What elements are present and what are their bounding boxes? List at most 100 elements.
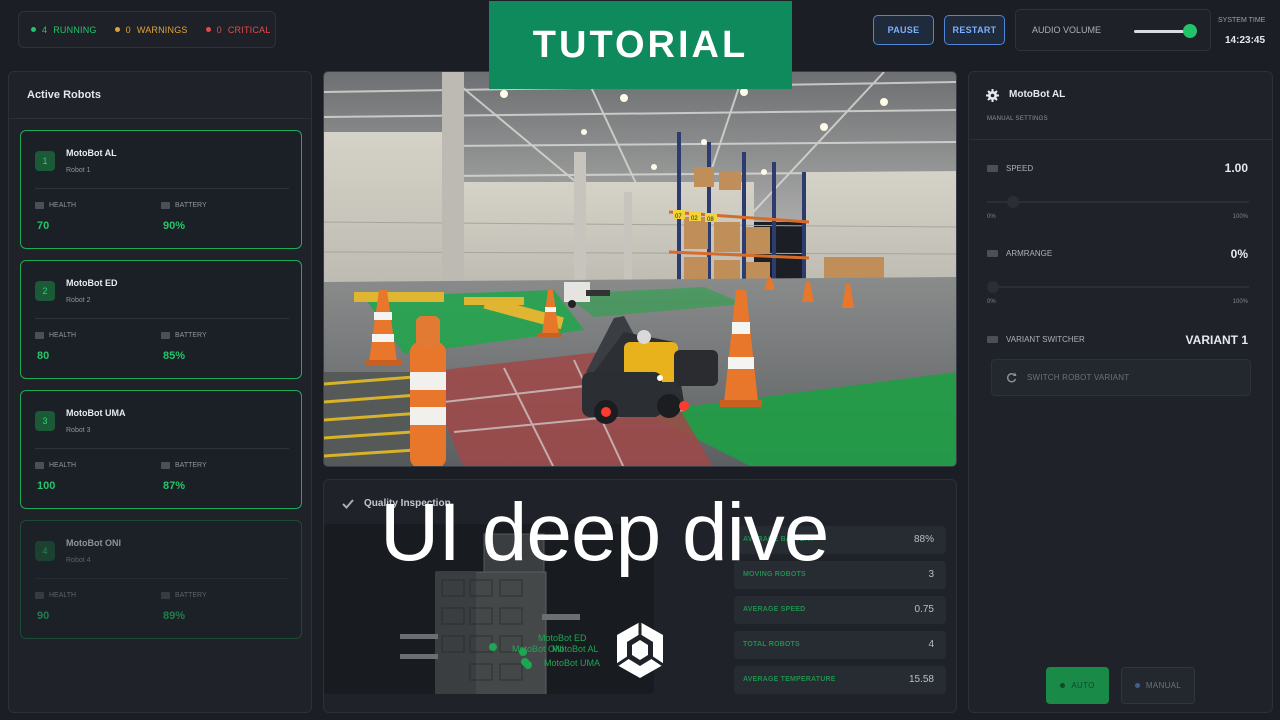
camera-viewport[interactable]: 07 02 08 [323, 71, 957, 467]
health-value: 100 [37, 480, 56, 492]
health-stat: HEALTH [35, 202, 76, 209]
health-label: HEALTH [49, 462, 77, 469]
rack-label: 02 [691, 216, 698, 222]
robot-number-badge: 3 [35, 411, 55, 431]
metric-average-speed: AVERAGE SPEED 0.75 [734, 596, 946, 624]
checkmark-icon [342, 498, 354, 509]
battery-value: 90% [163, 220, 186, 232]
health-label: HEALTH [49, 202, 77, 209]
switch-variant-label: SWITCH ROBOT VARIANT [1027, 373, 1130, 382]
switch-variant-button[interactable]: SWITCH ROBOT VARIANT [991, 359, 1251, 396]
critical-label: CRITICAL [227, 24, 271, 35]
video-overlay-title: UI deep dive [380, 487, 829, 578]
auto-mode-button[interactable]: AUTO [1046, 667, 1109, 704]
health-value: 70 [37, 220, 50, 232]
speed-label: SPEED [1006, 164, 1034, 173]
warnings-label: WARNINGS [136, 24, 188, 35]
battery-icon [161, 462, 170, 469]
divider [35, 578, 289, 579]
system-time: 14:23:45 [1225, 35, 1266, 46]
health-value: 90 [37, 610, 50, 622]
armrange-slider[interactable] [987, 286, 1249, 288]
robot-subtitle: Robot 3 [66, 427, 91, 434]
warning-dot-icon [114, 27, 120, 32]
divider [35, 318, 289, 319]
status-running: 4 RUNNING [31, 25, 97, 35]
minimap-robot-label: MotoBot AL [552, 644, 599, 654]
auto-label: AUTO [1071, 681, 1095, 690]
variant-icon [987, 336, 998, 343]
variant-setting: VARIANT SWITCHER [987, 335, 1085, 344]
critical-count: 0 [216, 24, 222, 35]
warehouse-scene: 07 02 08 [324, 72, 956, 466]
battery-value: 85% [163, 350, 186, 362]
health-stat: HEALTH [35, 592, 76, 599]
armrange-value: 0% [1230, 247, 1248, 261]
battery-icon [161, 332, 170, 339]
health-stat: HEALTH [35, 462, 76, 469]
armrange-setting: ARMRANGE [987, 249, 1052, 258]
speed-max-label: 100% [1232, 214, 1248, 220]
health-icon [35, 592, 44, 599]
audio-volume-handle[interactable] [1183, 24, 1197, 38]
robot-name: MotoBot AL [66, 148, 117, 158]
robot-name: MotoBot UMA [66, 408, 126, 418]
health-stat: HEALTH [35, 332, 76, 339]
robot-card-2[interactable]: 2 MotoBot ED Robot 2 HEALTH BATTERY 80 8… [20, 260, 302, 379]
tutorial-banner: TUTORIAL [489, 1, 792, 89]
status-summary: 4 RUNNING 0 WARNINGS 0 CRITICAL [18, 11, 276, 48]
manual-dot-icon [1134, 683, 1140, 688]
metric-value: 88% [913, 534, 934, 545]
restart-button[interactable]: RESTART [944, 15, 1005, 45]
robot-name: MotoBot ED [66, 278, 118, 288]
robot-number-badge: 2 [35, 281, 55, 301]
battery-stat: BATTERY [161, 332, 207, 339]
battery-label: BATTERY [175, 202, 207, 209]
refresh-icon [1007, 372, 1017, 383]
speed-slider[interactable] [987, 201, 1249, 203]
divider [9, 118, 311, 119]
armrange-slider-handle[interactable] [987, 281, 999, 293]
health-label: HEALTH [49, 592, 77, 599]
running-dot-icon [31, 27, 36, 32]
robot-number-badge: 1 [35, 151, 55, 171]
status-warnings: 0 WARNINGS [114, 24, 188, 35]
metric-value: 3 [928, 569, 934, 580]
robot-card-4[interactable]: 4 MotoBot ONI Robot 4 HEALTH BATTERY 90 … [20, 520, 302, 639]
battery-stat: BATTERY [161, 592, 207, 599]
armrange-min-label: 0% [987, 299, 996, 305]
battery-value: 89% [163, 610, 186, 622]
metric-value: 15.58 [908, 674, 934, 685]
audio-volume-label: AUDIO VOLUME [1032, 25, 1102, 35]
speedometer-icon [987, 165, 998, 172]
robot-card-3[interactable]: 3 MotoBot UMA Robot 3 HEALTH BATTERY 100… [20, 390, 302, 509]
robot-card-1[interactable]: 1 MotoBot AL Robot 1 HEALTH BATTERY 70 9… [20, 130, 302, 249]
divider [969, 139, 1272, 140]
health-value: 80 [37, 350, 50, 362]
metric-label: TOTAL ROBOTS [743, 641, 800, 648]
battery-icon [161, 592, 170, 599]
robot-number-badge: 4 [35, 541, 55, 561]
robot-subtitle: Robot 1 [66, 167, 91, 174]
variant-value: VARIANT 1 [1185, 333, 1248, 347]
metric-label: AVERAGE TEMPERATURE [743, 676, 836, 683]
battery-label: BATTERY [175, 592, 207, 599]
health-icon [35, 462, 44, 469]
battery-icon [161, 202, 170, 209]
metric-value: 4 [928, 639, 934, 650]
running-count: 4 [42, 24, 48, 35]
armrange-label: ARMRANGE [1006, 249, 1053, 258]
system-time-label: SYSTEM TIME [1218, 17, 1266, 24]
health-icon [35, 202, 44, 209]
robot-subtitle: Robot 4 [66, 557, 91, 564]
divider [35, 448, 289, 449]
battery-stat: BATTERY [161, 202, 207, 209]
battery-label: BATTERY [175, 462, 207, 469]
robot-subtitle: Robot 2 [66, 297, 91, 304]
warnings-count: 0 [125, 24, 131, 35]
speed-slider-handle[interactable] [1007, 196, 1020, 208]
manual-mode-button[interactable]: MANUAL [1121, 667, 1195, 704]
metric-label: AVERAGE SPEED [743, 606, 806, 613]
pause-button[interactable]: PAUSE [873, 15, 934, 45]
metric-total-robots: TOTAL ROBOTS 4 [734, 631, 946, 659]
